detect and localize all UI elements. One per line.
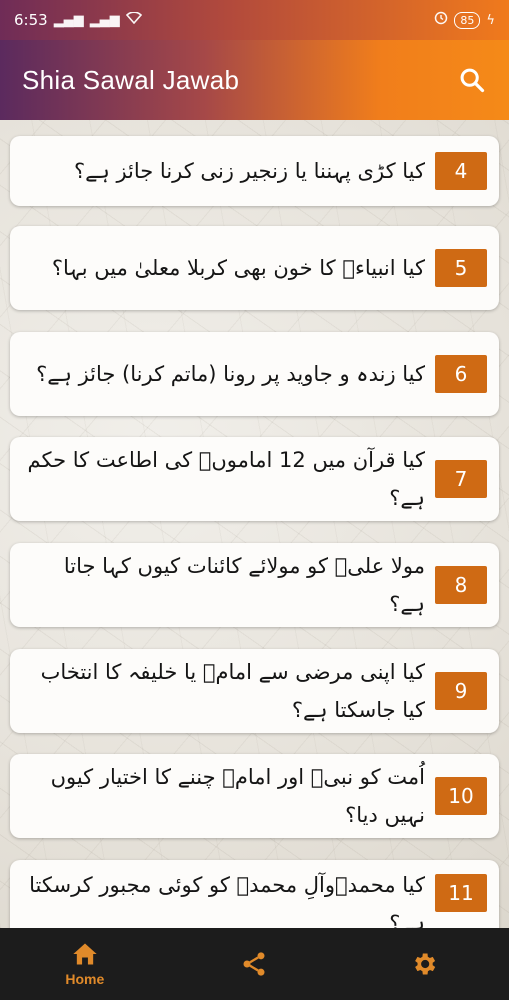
question-number-badge: 11 [435,874,487,912]
app-title: Shia Sawal Jawab [22,64,240,95]
home-icon [73,943,97,965]
question-card[interactable]: کیا قرآن میں 12 اماموںؑ کی اطاعت کا حکم … [10,437,499,521]
bottom-navigation: Home [0,928,509,1000]
share-icon [243,952,265,976]
signal-icon-2: ▂▄▆ [89,12,120,28]
question-number-badge: 5 [435,249,487,287]
question-card[interactable]: اُمت کو نبیؐ اور امامؑ چننے کا اختیار کی… [10,754,499,838]
question-number-badge: 4 [435,152,487,190]
alarm-icon [434,11,448,29]
nav-home[interactable]: Home [25,941,145,987]
question-card[interactable]: کیا انبیاءؑ کا خون بھی کربلا معلیٰ میں ب… [10,226,499,310]
question-text: اُمت کو نبیؐ اور امامؑ چننے کا اختیار کی… [50,765,425,827]
battery-level: 85 [454,11,481,29]
question-card[interactable]: کیا اپنی مرضی سے امامؑ یا خلیفہ کا انتخا… [10,649,499,733]
question-number-badge: 8 [435,566,487,604]
question-text: کیا قرآن میں 12 اماموںؑ کی اطاعت کا حکم … [27,448,425,510]
signal-icon: ▂▄▆ [53,12,84,28]
question-number-badge: 9 [435,672,487,710]
search-icon [460,68,485,93]
question-text: کیا محمدؐوآلِ محمدؐ کو کوئی مجبور کرسکتا… [29,873,425,928]
question-text: کیا اپنی مرضی سے امامؑ یا خلیفہ کا انتخا… [40,660,425,722]
nav-share[interactable] [194,950,314,978]
status-bar: 6:53 ▂▄▆ ▂▄▆ 85 ϟ [0,0,509,40]
wifi-icon [125,11,142,28]
question-text: مولا علیؑ کو مولائے کائنات کیوں کہا جاتا… [63,554,425,616]
gear-icon [415,953,436,975]
question-card[interactable]: کیا زندہ و جاوید پر رونا (ماتم کرنا) جائ… [10,332,499,416]
status-time: 6:53 [14,11,48,29]
question-number-badge: 7 [435,460,487,498]
question-card[interactable]: مولا علیؑ کو مولائے کائنات کیوں کہا جاتا… [10,543,499,627]
question-text: کیا کڑی پہننا یا زنجیر زنی کرنا جائز ہے؟ [74,159,425,183]
app-bar: Shia Sawal Jawab [0,40,509,120]
status-left: 6:53 ▂▄▆ ▂▄▆ [14,11,142,29]
question-text: کیا انبیاءؑ کا خون بھی کربلا معلیٰ میں ب… [51,256,425,280]
question-card[interactable]: کیا محمدؐوآلِ محمدؐ کو کوئی مجبور کرسکتا… [10,860,499,928]
charging-icon: ϟ [486,12,495,28]
nav-home-label: Home [65,971,105,987]
nav-settings[interactable] [364,950,484,978]
question-list[interactable]: کیا کڑی پہننا یا زنجیر زنی کرنا جائز ہے؟… [0,120,509,928]
question-card[interactable]: کیا کڑی پہننا یا زنجیر زنی کرنا جائز ہے؟… [10,136,499,206]
status-right: 85 ϟ [434,11,495,29]
question-number-badge: 6 [435,355,487,393]
question-number-badge: 10 [435,777,487,815]
search-button[interactable] [455,63,489,97]
question-text: کیا زندہ و جاوید پر رونا (ماتم کرنا) جائ… [36,362,425,386]
